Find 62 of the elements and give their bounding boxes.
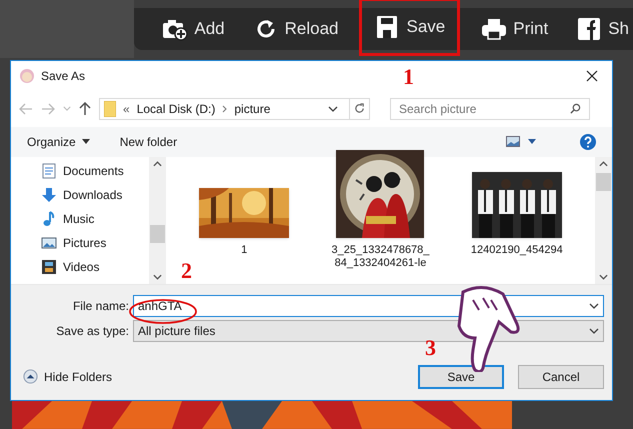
toolbar-button[interactable]: Sh [572, 11, 633, 47]
file-name: 84_1332404261-le [334, 256, 426, 270]
close-icon[interactable] [586, 70, 598, 82]
dialog-button[interactable]: Cancel [518, 364, 604, 389]
new-folder-button[interactable]: New folder [120, 132, 178, 151]
caret-icon [82, 139, 90, 144]
document-icon [41, 162, 57, 179]
scrollbar[interactable] [149, 156, 166, 284]
file-name: 3_25_1332478678_ [332, 244, 430, 257]
app-icon [19, 68, 35, 84]
search-field[interactable]: Search picture [390, 98, 590, 120]
scroll-up-icon[interactable] [153, 160, 162, 167]
caret-icon [589, 302, 599, 309]
hide-folders-button[interactable]: Hide Folders [23, 368, 112, 386]
caret-icon [589, 328, 599, 334]
landscape-icon [41, 234, 57, 251]
scroll-thumb[interactable] [150, 224, 165, 243]
dialog-button[interactable]: Save [418, 364, 504, 389]
view-button[interactable] [506, 136, 536, 148]
camera-icon [162, 17, 188, 41]
overflow-chevron[interactable]: « [123, 100, 130, 118]
dialog-title: Save As [41, 68, 86, 85]
toolbar-button[interactable]: Add [158, 11, 229, 47]
facebook-icon [576, 17, 602, 41]
sidebar-item[interactable]: Music [41, 208, 149, 229]
search-icon [570, 103, 581, 114]
sidebar-item[interactable]: Videos [41, 256, 149, 277]
organize-menu[interactable]: Organize [27, 132, 90, 151]
down-arrow-icon [41, 186, 57, 203]
film-strip-icon [41, 258, 57, 275]
folder-icon [104, 100, 116, 117]
scroll-thumb[interactable] [596, 172, 611, 191]
toolbar-button[interactable]: Print [477, 11, 552, 47]
dropdown-caret-icon [328, 106, 338, 112]
step-number: 2 [181, 259, 192, 283]
file-name-label: File name: [72, 298, 130, 315]
up-arrow-icon[interactable] [79, 102, 91, 116]
printer-icon [481, 17, 508, 41]
scroll-down-icon[interactable] [599, 274, 608, 280]
music-note-icon [41, 210, 57, 227]
sidebar-item[interactable]: Pictures [41, 232, 149, 253]
breadcrumb[interactable]: Local Disk (D:) [136, 100, 216, 118]
highlight-ellipse [128, 298, 198, 325]
save-as-type-label: Save as type: [55, 322, 130, 340]
scrollbar[interactable] [595, 156, 612, 284]
file-name: 1 [241, 244, 248, 257]
address-bar[interactable]: « Local Disk (D:) picture [99, 98, 370, 120]
chevron-up-circle-icon [23, 369, 38, 384]
toolbar-button[interactable]: Reload [248, 11, 342, 47]
caret-icon [528, 139, 536, 144]
scroll-down-icon[interactable] [153, 274, 162, 280]
breadcrumb[interactable]: picture [234, 100, 270, 118]
help-icon[interactable] [580, 134, 596, 150]
step-number: 1 [403, 63, 414, 91]
view-icon [506, 136, 520, 148]
sidebar-item[interactable]: Documents [41, 160, 149, 181]
refresh-icon [354, 103, 365, 114]
file-name: 12402190_454294 [470, 244, 563, 257]
chevron-right-icon [222, 104, 228, 113]
sidebar-item[interactable]: Downloads [41, 184, 149, 205]
scroll-up-icon[interactable] [599, 160, 608, 167]
toolbar-button[interactable]: Save [362, 1, 458, 53]
